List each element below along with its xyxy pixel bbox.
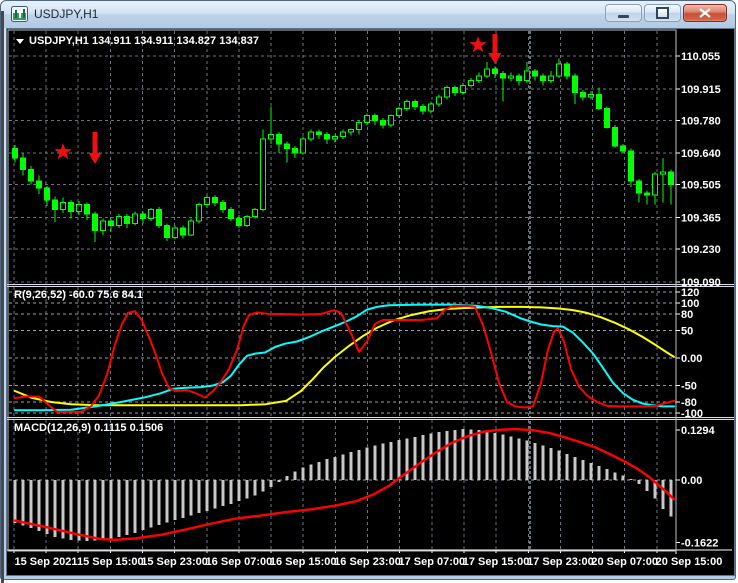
close-icon <box>699 8 711 18</box>
svg-text:109.780: 109.780 <box>681 115 721 127</box>
mt4-chart-window: USDJPY,H1 110.055 109.915 109.780 109.640 10… <box>0 0 736 583</box>
macd-header: MACD(12,26,9) 0.1115 0.1506 <box>14 422 164 434</box>
svg-text:50: 50 <box>681 326 693 338</box>
svg-text:0.00: 0.00 <box>681 353 702 365</box>
svg-text:-0.1622: -0.1622 <box>681 538 718 550</box>
svg-text:109.505: 109.505 <box>681 180 721 192</box>
svg-text:16 Sep 15:00: 16 Sep 15:00 <box>270 556 337 568</box>
maximize-button[interactable] <box>644 4 681 22</box>
svg-text:15 Sep 23:00: 15 Sep 23:00 <box>141 556 208 568</box>
panel-separators <box>7 284 734 420</box>
window-controls <box>605 4 727 22</box>
svg-text:17 Sep 07:00: 17 Sep 07:00 <box>398 556 465 568</box>
oscillator-header: R(9,26,52) -60.0 75.6 84.1 <box>14 289 144 301</box>
chart-icon <box>11 6 28 22</box>
chart-canvas[interactable]: 110.055 109.915 109.780 109.640 109.505 109.3… <box>7 29 734 575</box>
red-star-icon <box>54 143 72 160</box>
red-down-arrow-icon <box>488 34 502 64</box>
macd-signal-line <box>13 427 676 542</box>
chart-client-area: 110.055 109.915 109.780 109.640 109.505 109.3… <box>6 28 735 576</box>
svg-text:15 Sep 15:00: 15 Sep 15:00 <box>77 556 144 568</box>
title-bar[interactable]: USDJPY,H1 <box>1 1 735 28</box>
svg-text:109.365: 109.365 <box>681 212 721 224</box>
svg-text:17 Sep 15:00: 17 Sep 15:00 <box>463 556 530 568</box>
svg-text:-100: -100 <box>681 408 703 420</box>
minimize-button[interactable] <box>605 4 642 22</box>
signal-markers <box>54 34 502 164</box>
symbol-dropdown-icon[interactable] <box>16 38 24 44</box>
price-axis: 110.055 109.915 109.780 109.640 109.505 109.3… <box>675 30 721 554</box>
svg-text:16 Sep 07:00: 16 Sep 07:00 <box>206 556 273 568</box>
svg-text:109.640: 109.640 <box>681 148 721 160</box>
svg-text:0.00: 0.00 <box>681 475 702 487</box>
svg-text:109.915: 109.915 <box>681 84 721 96</box>
background-window-edge <box>1 11 4 583</box>
close-button[interactable] <box>683 4 727 22</box>
svg-text:80: 80 <box>681 309 693 321</box>
minimize-icon <box>618 15 629 18</box>
svg-text:15 Sep 2021: 15 Sep 2021 <box>15 556 78 568</box>
red-down-arrow-icon <box>88 132 102 164</box>
svg-text:-50: -50 <box>681 381 697 393</box>
time-axis: 15 Sep 2021 15 Sep 15:0015 Sep 23:0016 Se… <box>7 549 732 568</box>
main-chart-header[interactable]: USDJPY,H1 134.911 134.911 134.827 134.83… <box>16 35 259 47</box>
red-star-icon <box>469 36 487 53</box>
svg-text:109.230: 109.230 <box>681 244 721 256</box>
svg-text:20 Sep 15:00: 20 Sep 15:00 <box>656 556 723 568</box>
maximize-icon <box>656 7 669 19</box>
candles-layer <box>12 58 674 243</box>
svg-text:16 Sep 23:00: 16 Sep 23:00 <box>334 556 401 568</box>
svg-text:20 Sep 07:00: 20 Sep 07:00 <box>591 556 658 568</box>
svg-text:110.055: 110.055 <box>681 51 720 63</box>
window-title: USDJPY,H1 <box>34 7 99 21</box>
oscillator-level-lines <box>9 291 676 481</box>
svg-text:17 Sep 23:00: 17 Sep 23:00 <box>527 556 594 568</box>
macd-histogram <box>13 429 673 541</box>
svg-text:0.1294: 0.1294 <box>681 425 716 437</box>
ohlc-readout: USDJPY,H1 134.911 134.911 134.827 134.83… <box>29 35 259 47</box>
